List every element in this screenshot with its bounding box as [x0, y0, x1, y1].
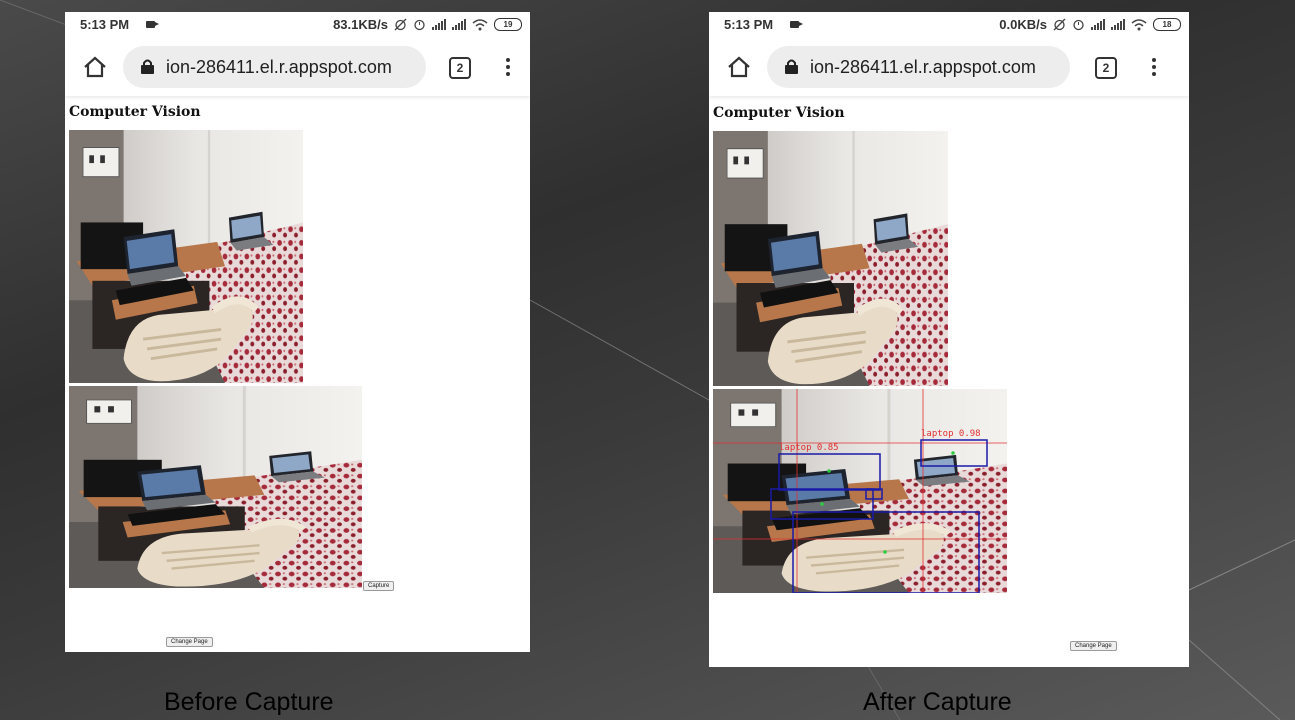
- url-text: ion-286411.el.r.appspot.com: [810, 57, 1036, 77]
- lock-icon: [141, 59, 154, 74]
- center-point: [883, 550, 887, 554]
- wifi-icon: [472, 18, 488, 30]
- url-text: ion-286411.el.r.appspot.com: [166, 57, 392, 77]
- camera-icon: [790, 21, 803, 28]
- page-title: Computer Vision: [69, 104, 201, 120]
- wifi-icon: [1131, 18, 1147, 30]
- signal-icon: [452, 19, 466, 30]
- status-bar: 5:13 PM 0.0KB/s 18: [709, 12, 1189, 38]
- center-point: [827, 469, 831, 473]
- overflow-menu-icon[interactable]: [1152, 58, 1156, 78]
- alarm-off-icon: [1053, 18, 1066, 31]
- address-bar[interactable]: ion-286411.el.r.appspot.com: [123, 46, 426, 88]
- alarm-off-icon: [394, 18, 407, 31]
- alarm-icon: [1073, 19, 1084, 31]
- signal-icon: [432, 19, 446, 30]
- capture-button[interactable]: Capture: [363, 581, 395, 591]
- battery-icon: 18: [1153, 18, 1181, 31]
- page-title: Computer Vision: [713, 105, 845, 121]
- camera-icon: [146, 21, 159, 28]
- captured-image: [69, 386, 362, 588]
- battery-icon: 19: [494, 18, 522, 31]
- phone-screenshot-before: 5:13 PM 83.1KB/s 19 ion-286411.el.r.apps…: [65, 12, 530, 652]
- home-icon[interactable]: [83, 56, 107, 78]
- browser-toolbar: ion-286411.el.r.appspot.com 2: [709, 38, 1189, 96]
- caption-before: Before Capture: [164, 688, 334, 716]
- detection-label: laptop 0.85: [779, 443, 839, 453]
- alarm-icon: [414, 19, 425, 31]
- tabs-count-icon[interactable]: 2: [449, 57, 471, 79]
- detection-overlay: [713, 389, 1007, 593]
- status-bar: 5:13 PM 83.1KB/s 19: [65, 12, 530, 38]
- live-camera-feed: [69, 130, 303, 383]
- signal-icon: [1111, 19, 1125, 30]
- tabs-count-icon[interactable]: 2: [1095, 57, 1117, 79]
- network-speed: 83.1KB/s: [333, 17, 388, 32]
- live-camera-feed: [713, 131, 948, 386]
- lock-icon: [785, 59, 798, 74]
- address-bar[interactable]: ion-286411.el.r.appspot.com: [767, 46, 1070, 88]
- phone-screenshot-after: 5:13 PM 0.0KB/s 18 ion-286411.el.r.appsp…: [709, 12, 1189, 667]
- detection-result-image: laptop 0.98 laptop 0.85: [713, 389, 1007, 593]
- overflow-menu-icon[interactable]: [506, 58, 510, 78]
- change-page-button[interactable]: Change Page: [1070, 641, 1117, 651]
- home-icon[interactable]: [727, 56, 751, 78]
- caption-after: After Capture: [863, 688, 1012, 716]
- change-page-button[interactable]: Change Page: [166, 637, 213, 647]
- signal-icon: [1091, 19, 1105, 30]
- center-point: [951, 451, 955, 455]
- detection-label: laptop 0.98: [921, 429, 981, 439]
- network-speed: 0.0KB/s: [999, 17, 1047, 32]
- browser-toolbar: ion-286411.el.r.appspot.com 2: [65, 38, 530, 96]
- status-time: 5:13 PM: [80, 17, 130, 32]
- status-time: 5:13 PM: [724, 17, 774, 32]
- center-point: [820, 502, 824, 506]
